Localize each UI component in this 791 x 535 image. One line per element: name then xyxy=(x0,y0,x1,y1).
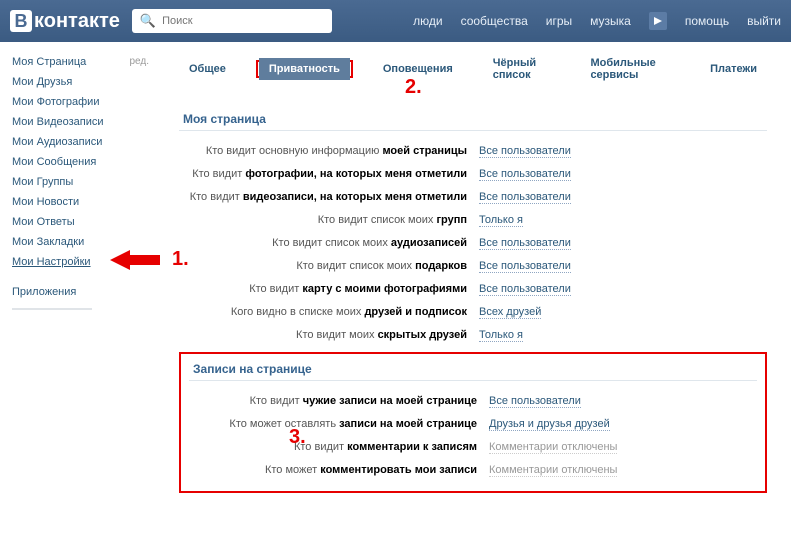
logo[interactable]: В контакте xyxy=(10,10,120,33)
play-icon[interactable] xyxy=(649,12,667,30)
sidebar-item-label: Мои Ответы xyxy=(12,216,75,228)
sidebar-item-groups[interactable]: Мои Группы xyxy=(12,172,155,192)
row-label: Кто может оставлять записи на моей стран… xyxy=(189,418,489,430)
section-title: Записи на странице xyxy=(189,362,757,381)
row-label: Кто видит фотографии, на которых меня от… xyxy=(179,168,479,180)
row-value[interactable]: Всех друзей xyxy=(479,306,541,319)
tab-general[interactable]: Общее xyxy=(179,58,236,80)
row-label: Кого видно в списке моих друзей и подпис… xyxy=(179,306,479,318)
sidebar-item-label: Мои Друзья xyxy=(12,76,72,88)
row-value[interactable]: Все пользователи xyxy=(479,237,571,250)
nav-games[interactable]: игры xyxy=(546,14,572,28)
main-content: Общее Приватность Оповещения Чёрный спис… xyxy=(155,42,791,501)
row-label: Кто видит комментарии к записям xyxy=(189,441,489,453)
sidebar-item-label: Мои Аудиозаписи xyxy=(12,136,102,148)
row-label: Кто видит список моих групп xyxy=(179,214,479,226)
row-label: Кто видит список моих подарков xyxy=(179,260,479,272)
privacy-row: Кого видно в списке моих друзей и подпис… xyxy=(179,306,767,319)
top-nav: люди сообщества игры музыка помощь выйти xyxy=(413,12,781,30)
sidebar-item-settings[interactable]: Мои Настройки 1. xyxy=(12,252,155,272)
privacy-row: Кто видит видеозаписи, на которых меня о… xyxy=(179,191,767,204)
row-label: Кто видит основную информацию моей стран… xyxy=(179,145,479,157)
tab-mobile[interactable]: Мобильные сервисы xyxy=(580,52,680,86)
annotation-3: 3. xyxy=(289,426,306,449)
logo-text: контакте xyxy=(34,10,120,33)
privacy-row: Кто видит моих скрытых друзейТолько я xyxy=(179,329,767,342)
privacy-row: Кто видит карту с моими фотографиямиВсе … xyxy=(179,283,767,296)
sidebar-item-friends[interactable]: Мои Друзья xyxy=(12,72,155,92)
sidebar-item-audio[interactable]: Мои Аудиозаписи xyxy=(12,132,155,152)
row-value[interactable]: Друзья и друзья друзей xyxy=(489,418,610,431)
privacy-row: Кто видит основную информацию моей стран… xyxy=(179,145,767,158)
sidebar-item-messages[interactable]: Мои Сообщения xyxy=(12,152,155,172)
sidebar-item-mypage[interactable]: Моя Страница ред. xyxy=(12,52,155,72)
logo-icon: В xyxy=(10,10,32,32)
row-label: Кто видит видеозаписи, на которых меня о… xyxy=(179,191,479,203)
sidebar: Моя Страница ред. Мои Друзья Мои Фотогра… xyxy=(0,42,155,501)
annotation-2: 2. xyxy=(405,76,422,99)
privacy-row: Кто видит список моих группТолько я xyxy=(179,214,767,227)
tab-privacy[interactable]: Приватность xyxy=(259,58,350,80)
privacy-row: Кто видит список моих аудиозаписейВсе по… xyxy=(179,237,767,250)
row-label: Кто видит чужие записи на моей странице xyxy=(189,395,489,407)
privacy-row: Кто видит фотографии, на которых меня от… xyxy=(179,168,767,181)
search-box[interactable]: 🔍 xyxy=(132,9,332,33)
sidebar-item-label: Мои Сообщения xyxy=(12,156,96,168)
tabs: Общее Приватность Оповещения Чёрный спис… xyxy=(179,50,767,94)
sidebar-item-label: Мои Фотографии xyxy=(12,96,99,108)
section-wallposts: Записи на странице Кто видит чужие запис… xyxy=(189,362,757,477)
sidebar-item-label: Мои Группы xyxy=(12,176,73,188)
row-label: Кто видит карту с моими фотографиями xyxy=(179,283,479,295)
sidebar-item-answers[interactable]: Мои Ответы xyxy=(12,212,155,232)
section-mypage: Моя страница Кто видит основную информац… xyxy=(179,112,767,342)
sidebar-item-label: Мои Новости xyxy=(12,196,79,208)
sidebar-item-label: Приложения xyxy=(12,286,76,298)
sidebar-item-label: Мои Настройки xyxy=(12,256,91,268)
header: В контакте 🔍 люди сообщества игры музыка… xyxy=(0,0,791,42)
annotation-highlight-2: Приватность xyxy=(256,60,353,78)
edit-link[interactable]: ред. xyxy=(129,56,149,68)
row-value[interactable]: Все пользователи xyxy=(479,283,571,296)
privacy-row: Кто видит список моих подарковВсе пользо… xyxy=(179,260,767,273)
tab-blacklist[interactable]: Чёрный список xyxy=(483,52,561,86)
row-value[interactable]: Только я xyxy=(479,329,523,342)
row-value[interactable]: Все пользователи xyxy=(479,168,571,181)
nav-music[interactable]: музыка xyxy=(590,14,631,28)
privacy-row: Кто видит чужие записи на моей страницеВ… xyxy=(189,395,757,408)
row-value[interactable]: Все пользователи xyxy=(479,191,571,204)
sidebar-item-photos[interactable]: Мои Фотографии xyxy=(12,92,155,112)
row-value[interactable]: Комментарии отключены xyxy=(489,441,617,454)
privacy-row: Кто видит комментарии к записямКомментар… xyxy=(189,441,757,454)
row-value[interactable]: Все пользователи xyxy=(479,145,571,158)
annotation-highlight-3: Записи на странице Кто видит чужие запис… xyxy=(179,352,767,493)
nav-help[interactable]: помощь xyxy=(685,14,729,28)
privacy-row: Кто может комментировать мои записиКомме… xyxy=(189,464,757,477)
row-value[interactable]: Все пользователи xyxy=(489,395,581,408)
sidebar-item-label: Мои Закладки xyxy=(12,236,84,248)
row-label: Кто видит моих скрытых друзей xyxy=(179,329,479,341)
sidebar-item-news[interactable]: Мои Новости xyxy=(12,192,155,212)
search-icon: 🔍 xyxy=(140,13,156,29)
sidebar-item-label: Моя Страница xyxy=(12,56,86,68)
row-value[interactable]: Только я xyxy=(479,214,523,227)
row-label: Кто видит список моих аудиозаписей xyxy=(179,237,479,249)
tab-payments[interactable]: Платежи xyxy=(700,58,767,80)
section-title: Моя страница xyxy=(179,112,767,131)
nav-communities[interactable]: сообщества xyxy=(461,14,528,28)
search-input[interactable] xyxy=(162,15,324,27)
nav-people[interactable]: люди xyxy=(413,14,442,28)
privacy-row: Кто может оставлять записи на моей стран… xyxy=(189,418,757,431)
sidebar-item-videos[interactable]: Мои Видеозаписи xyxy=(12,112,155,132)
sidebar-item-label: Мои Видеозаписи xyxy=(12,116,104,128)
divider xyxy=(12,308,92,310)
nav-logout[interactable]: выйти xyxy=(747,14,781,28)
row-value[interactable]: Комментарии отключены xyxy=(489,464,617,477)
sidebar-item-apps[interactable]: Приложения xyxy=(12,282,155,302)
row-value[interactable]: Все пользователи xyxy=(479,260,571,273)
row-label: Кто может комментировать мои записи xyxy=(189,464,489,476)
